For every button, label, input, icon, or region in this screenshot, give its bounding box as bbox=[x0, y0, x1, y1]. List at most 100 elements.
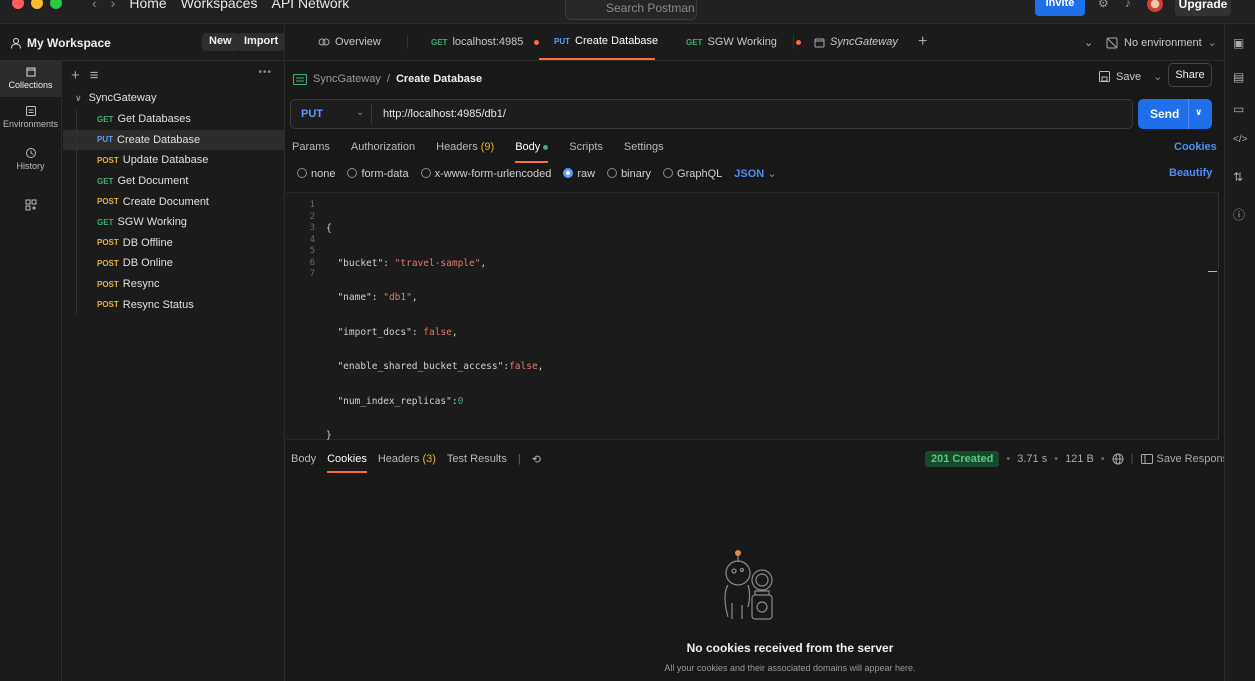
close-window-button[interactable] bbox=[12, 0, 24, 9]
editor-scrollbar[interactable] bbox=[1218, 192, 1219, 440]
filter-icon[interactable]: ≡ bbox=[90, 67, 99, 84]
forward-arrow-icon[interactable]: › bbox=[111, 0, 116, 11]
radio-graphql[interactable]: GraphQL bbox=[663, 167, 722, 180]
back-arrow-icon[interactable]: ‹ bbox=[92, 0, 97, 11]
response-size[interactable]: 121 B bbox=[1065, 453, 1094, 465]
response-time[interactable]: 3.71 s bbox=[1017, 453, 1047, 465]
global-search-input[interactable]: Search Postman bbox=[565, 0, 697, 20]
send-button[interactable]: Send ∨ bbox=[1138, 99, 1212, 129]
chevron-down-icon[interactable]: ∨ bbox=[1195, 107, 1202, 118]
tab-create-database[interactable]: PUT Create Database bbox=[539, 24, 658, 60]
rail-add-widgets[interactable] bbox=[0, 199, 61, 219]
resp-tab-test-results[interactable]: Test Results bbox=[447, 453, 507, 473]
more-options-icon[interactable]: ••• bbox=[258, 67, 272, 78]
list-item[interactable]: POST Create Document bbox=[63, 191, 285, 212]
layout-icon[interactable]: ▣ bbox=[1233, 36, 1244, 50]
tab-syncgateway[interactable]: SyncGateway bbox=[814, 24, 898, 60]
tabs-overflow-chevron-icon[interactable]: ⌄ bbox=[1084, 24, 1093, 60]
environment-selector[interactable]: No environment ⌄ bbox=[1106, 36, 1217, 49]
rail-history[interactable]: History bbox=[0, 147, 61, 177]
scroll-position-marker[interactable] bbox=[1208, 271, 1217, 272]
comments-icon[interactable]: ▭ bbox=[1233, 102, 1244, 116]
user-icon bbox=[11, 38, 21, 49]
globe-icon[interactable] bbox=[1112, 453, 1124, 465]
body-code-editor[interactable]: 1 2 3 4 5 6 7 { "bucket": "travel-sample… bbox=[286, 192, 1218, 441]
save-button[interactable]: Save ⌄ bbox=[1099, 70, 1162, 83]
rail-collections[interactable]: Collections bbox=[0, 61, 61, 97]
settings-icon[interactable]: ⚙ bbox=[1098, 0, 1109, 12]
list-item[interactable]: GET Get Databases bbox=[63, 109, 285, 130]
url-input[interactable]: http://localhost:4985/db1/ bbox=[383, 108, 506, 120]
chevron-down-icon[interactable]: ⌄ bbox=[356, 107, 364, 118]
minimize-window-button[interactable] bbox=[31, 0, 43, 9]
radio-form-data[interactable]: form-data bbox=[347, 167, 409, 180]
tab-scripts[interactable]: Scripts bbox=[569, 141, 603, 163]
tab-headers[interactable]: Headers (9) bbox=[436, 141, 494, 163]
chevron-down-icon: ∨ bbox=[75, 92, 82, 103]
list-item[interactable]: POST DB Online bbox=[63, 253, 285, 274]
list-item[interactable]: POST Resync bbox=[63, 273, 285, 295]
add-collection-plus-icon[interactable]: + bbox=[71, 67, 80, 84]
documentation-icon[interactable]: ▤ bbox=[1233, 70, 1244, 84]
list-item[interactable]: GET SGW Working bbox=[63, 211, 285, 233]
share-button[interactable]: Share bbox=[1168, 63, 1212, 87]
breadcrumb-current[interactable]: Create Database bbox=[396, 73, 482, 85]
save-response-icon bbox=[1140, 454, 1153, 464]
code-icon[interactable]: </> bbox=[1233, 134, 1247, 145]
save-response-button[interactable]: Save Response bbox=[1140, 453, 1234, 465]
avatar[interactable] bbox=[1146, 0, 1163, 12]
tab-sgw-working[interactable]: GET SGW Working bbox=[686, 24, 801, 60]
method-select[interactable]: PUT bbox=[301, 108, 323, 120]
collection-syncgateway[interactable]: ∨ SyncGateway bbox=[75, 92, 156, 104]
radio-urlencoded[interactable]: x-www-form-urlencoded bbox=[420, 167, 551, 180]
beautify-button[interactable]: Beautify bbox=[1169, 167, 1212, 179]
tab-get-localhost[interactable]: GET localhost:4985 bbox=[431, 24, 540, 60]
import-button[interactable]: Import bbox=[237, 33, 286, 51]
new-tab-plus-icon[interactable]: + bbox=[918, 24, 927, 60]
nav-home[interactable]: Home bbox=[129, 0, 166, 11]
list-item[interactable]: PUT Create Database bbox=[63, 129, 285, 151]
resp-tab-cookies[interactable]: Cookies bbox=[327, 453, 367, 473]
method-badge: POST bbox=[97, 258, 119, 268]
tab-authorization[interactable]: Authorization bbox=[351, 141, 415, 163]
resp-tab-headers[interactable]: Headers (3) bbox=[378, 453, 436, 473]
tab-overview[interactable]: Overview bbox=[318, 24, 381, 60]
list-item[interactable]: POST Resync Status bbox=[63, 294, 285, 315]
upgrade-button[interactable]: Upgrade bbox=[1175, 0, 1231, 16]
tab-settings[interactable]: Settings bbox=[624, 141, 664, 163]
radio-none[interactable]: none bbox=[297, 167, 335, 180]
breadcrumb-parent[interactable]: SyncGateway bbox=[313, 73, 381, 85]
rail-environments[interactable]: Environments bbox=[0, 105, 61, 135]
invite-button[interactable]: Invite bbox=[1035, 0, 1085, 16]
resp-tab-body[interactable]: Body bbox=[291, 453, 316, 473]
status-badge[interactable]: 201 Created bbox=[925, 451, 1000, 467]
nav-workspaces[interactable]: Workspaces bbox=[181, 0, 258, 11]
headers-count: (9) bbox=[480, 141, 495, 153]
cookies-link[interactable]: Cookies bbox=[1174, 141, 1217, 153]
window-controls bbox=[12, 0, 62, 9]
workspace-title[interactable]: My Workspace bbox=[10, 36, 111, 50]
radio-selected-icon bbox=[563, 167, 574, 178]
tab-params[interactable]: Params bbox=[292, 141, 330, 163]
grid-add-icon bbox=[25, 199, 36, 211]
line-number: 1 bbox=[309, 200, 315, 210]
radio-label: binary bbox=[621, 167, 652, 180]
json-format-select[interactable]: JSON ⌄ bbox=[734, 167, 776, 180]
request-name: Create Database bbox=[117, 133, 201, 146]
list-item[interactable]: GET Get Document bbox=[63, 170, 285, 192]
nav-api-network[interactable]: API Network bbox=[271, 0, 349, 11]
tab-body[interactable]: Body bbox=[515, 141, 549, 163]
bell-icon[interactable]: ♪ bbox=[1125, 0, 1131, 12]
list-item[interactable]: POST DB Offline bbox=[63, 232, 285, 254]
radio-raw[interactable]: raw bbox=[563, 167, 595, 180]
response-tabs: Body Cookies Headers (3) Test Results | … bbox=[291, 453, 541, 473]
maximize-window-button[interactable] bbox=[50, 0, 62, 9]
radio-binary[interactable]: binary bbox=[607, 167, 652, 180]
history-icon[interactable]: ⟲ bbox=[532, 453, 541, 473]
new-button[interactable]: New bbox=[202, 33, 239, 51]
chevron-down-icon[interactable]: ⌄ bbox=[1153, 70, 1162, 83]
list-item[interactable]: POST Update Database bbox=[63, 150, 285, 171]
related-arrows-icon[interactable]: ⇅ bbox=[1233, 170, 1243, 184]
breadcrumb: SyncGateway / Create Database bbox=[293, 73, 482, 85]
info-icon[interactable]: ⓘ bbox=[1233, 206, 1245, 223]
